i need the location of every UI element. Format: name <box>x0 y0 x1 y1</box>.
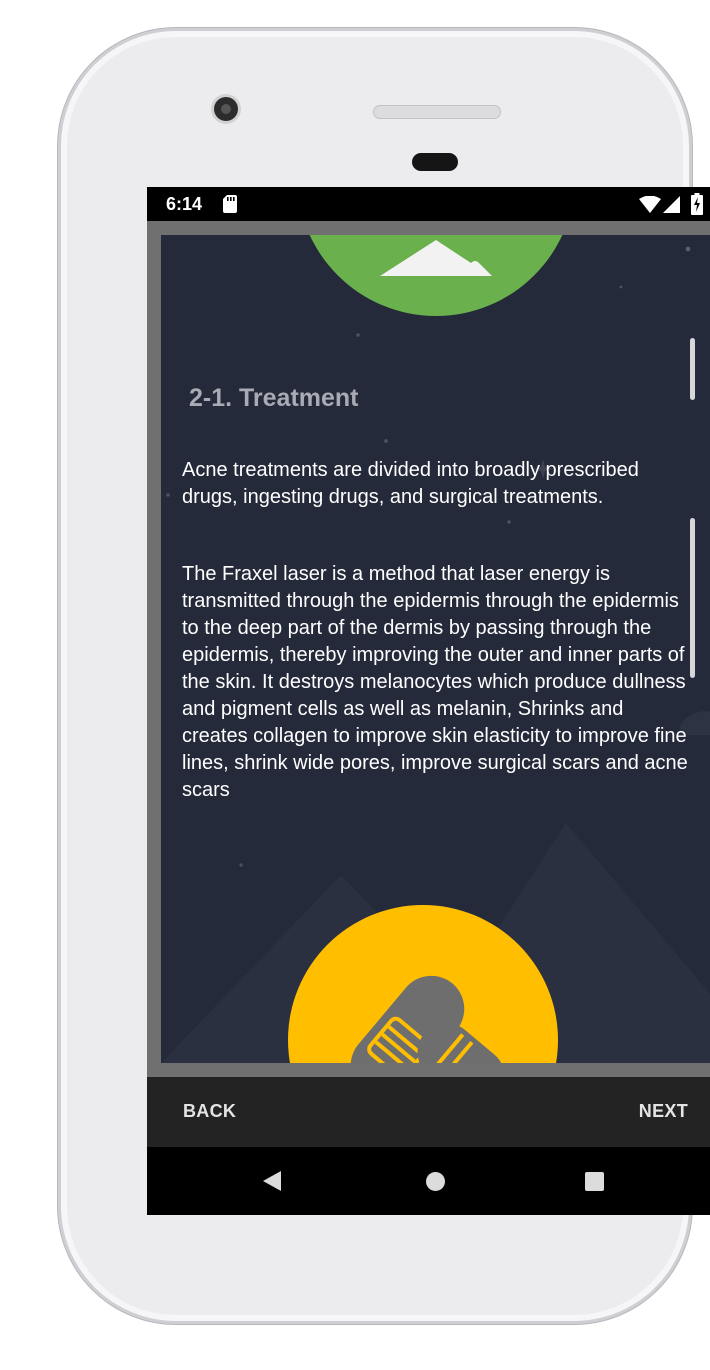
status-bar: 6:14 <box>147 187 710 221</box>
device-screen: 6:14 2-1. Treatment Acne treatments are … <box>147 187 710 1215</box>
section-heading: 2-1. Treatment <box>189 384 359 412</box>
volume-button <box>690 518 695 678</box>
earpiece-speaker <box>373 105 501 119</box>
back-icon[interactable] <box>263 1171 281 1191</box>
front-camera <box>214 97 238 121</box>
pager-navigation: BACK NEXT <box>147 1077 710 1147</box>
recents-icon[interactable] <box>585 1172 604 1191</box>
signal-icon <box>663 196 680 213</box>
sd-card-icon <box>223 195 237 213</box>
phone-frame: 6:14 2-1. Treatment Acne treatments are … <box>58 28 710 1324</box>
system-navigation-bar <box>147 1147 710 1215</box>
battery-charging-icon <box>691 193 703 215</box>
top-badge-icon <box>295 235 577 322</box>
article-card[interactable]: 2-1. Treatment Acne treatments are divid… <box>161 235 710 1063</box>
next-button[interactable]: NEXT <box>639 1101 688 1122</box>
article-paragraph-2: The Fraxel laser is a method that laser … <box>182 563 688 801</box>
proximity-sensor <box>412 153 458 171</box>
back-button[interactable]: BACK <box>183 1101 236 1122</box>
wifi-icon <box>639 196 661 213</box>
power-button <box>690 338 695 400</box>
home-icon[interactable] <box>426 1172 445 1191</box>
bandage-icon <box>288 905 558 1063</box>
article-paragraph-1: Acne treatments are divided into broadly… <box>182 459 639 508</box>
status-time: 6:14 <box>166 194 203 214</box>
